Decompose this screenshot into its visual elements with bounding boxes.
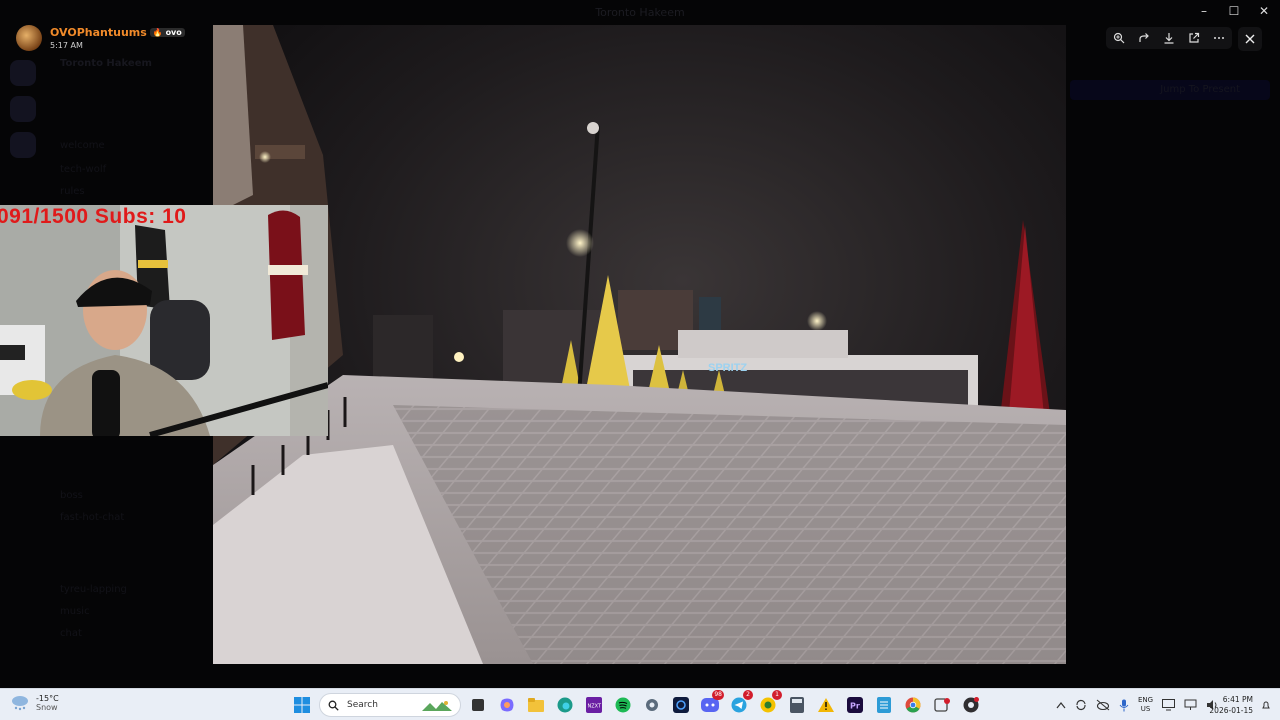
channel-item[interactable]: tyreu-lapping [60,584,127,595]
minimize-icon[interactable]: – [1198,4,1210,18]
weather-condition: Snow [36,703,58,712]
telegram-icon[interactable]: 2 [727,690,753,717]
channel-item[interactable]: chat [60,628,82,639]
system-tray: ENG US [1056,696,1219,714]
taskbar-apps: Search NZXT 98 2 1 Pr [290,690,983,717]
channel-item[interactable]: music [60,606,90,617]
window-controls: – ☐ ✕ [1198,4,1270,18]
monitor-icon[interactable] [1162,699,1176,711]
post-timestamp: 5:17 AM [50,41,83,50]
edge-icon[interactable] [553,693,577,717]
weather-temp: -15°C [36,694,59,703]
nzxt-cam-icon[interactable]: NZXT [582,693,606,717]
poster-name[interactable]: OVOPhantuums 🔥 ovo [50,26,185,39]
spotify-icon[interactable] [611,693,635,717]
search-highlight-icon [422,701,452,711]
more-icon[interactable] [1211,30,1227,46]
network-icon[interactable] [1184,699,1197,711]
language-indicator[interactable]: ENG US [1138,696,1153,714]
cloud-off-icon[interactable] [1096,699,1110,711]
server-icon[interactable] [10,60,36,86]
server-icon[interactable] [10,96,36,122]
clock-time: 6:41 PM [1222,695,1253,704]
chrome-icon[interactable] [901,693,925,717]
taskbar: -15°C Snow Search NZXT 98 2 1 Pr ENG US … [0,688,1280,720]
sub-counter-overlay: 091/1500 Subs: 10 [0,205,187,228]
notification-bell-icon[interactable] [1262,700,1270,710]
clock-date: 2026-01-15 [1209,706,1253,715]
search-placeholder: Search [347,700,378,710]
share-icon[interactable] [1136,30,1152,46]
close-icon [1245,34,1255,44]
obs-icon[interactable] [959,693,983,717]
sync-icon[interactable] [1075,699,1087,711]
messenger-icon[interactable]: 1 [756,690,782,717]
jump-label: Jump To Present [1160,84,1240,95]
window-close-icon[interactable]: ✕ [1258,4,1270,18]
start-button[interactable] [290,693,314,717]
server-icon[interactable] [10,132,36,158]
warning-icon[interactable] [814,693,838,717]
server-rail [10,60,38,168]
messenger-badge: 1 [772,690,782,700]
screen: Toronto Hakeem – ☐ ✕ Toronto Hakeem welc… [0,0,1280,720]
snipping-tool-icon[interactable] [930,693,954,717]
viewer-toolbar [1106,27,1232,49]
notepad-icon[interactable] [872,693,896,717]
channel-item[interactable]: fast-hot-chat [60,512,124,523]
search-icon [328,700,339,711]
svg-text:Pr: Pr [850,702,860,711]
channel-item[interactable]: tech-wolf [60,164,106,175]
server-name[interactable]: Toronto Hakeem [60,58,152,69]
task-view-icon[interactable] [466,693,490,717]
poster-username: OVOPhantuums [50,26,147,39]
close-viewer-button[interactable] [1238,27,1262,51]
taskbar-clock[interactable]: 6:41 PM 2026-01-15 [1205,694,1253,716]
window-title: Toronto Hakeem [595,6,685,19]
taskbar-search[interactable]: Search [319,693,461,717]
channel-item[interactable]: rules [60,186,85,197]
settings-gear-icon[interactable] [640,693,664,717]
weather-widget[interactable]: -15°C Snow [10,694,59,712]
channel-item[interactable]: welcome [60,140,105,151]
svg-text:NZXT: NZXT [588,704,603,710]
channel-item[interactable]: boss [60,490,83,501]
lang-code: ENG [1138,696,1154,704]
discord-icon[interactable]: 98 [698,690,724,717]
spritz-sign: SPRITZ [708,362,747,374]
snow-cloud-icon [12,696,28,711]
app-icon[interactable] [669,693,693,717]
open-external-icon[interactable] [1186,30,1202,46]
discord-badge: 98 [712,690,724,700]
region-code: US [1140,705,1151,713]
zoom-in-icon[interactable] [1111,30,1127,46]
webcam-overlay: 091/1500 Subs: 10 [0,205,328,436]
attachment-image[interactable]: SPRITZ [213,25,1066,664]
calculator-icon[interactable] [785,693,809,717]
telegram-badge: 2 [743,690,753,700]
jump-to-present-button[interactable]: Jump To Present [1070,80,1270,100]
premiere-icon[interactable]: Pr [843,693,867,717]
webcam-feed [0,205,328,436]
chevron-up-icon[interactable] [1056,701,1066,709]
maximize-icon[interactable]: ☐ [1228,4,1240,18]
microphone-icon[interactable] [1119,699,1129,712]
file-explorer-icon[interactable] [524,693,548,717]
poster-info: OVOPhantuums 🔥 ovo 5:17 AM [16,25,185,51]
copilot-icon[interactable] [495,693,519,717]
ovo-badge: 🔥 ovo [149,28,185,37]
windows-logo-icon [294,697,310,713]
avatar[interactable] [16,25,42,51]
download-icon[interactable] [1161,30,1177,46]
badge-label: ovo [165,28,182,37]
